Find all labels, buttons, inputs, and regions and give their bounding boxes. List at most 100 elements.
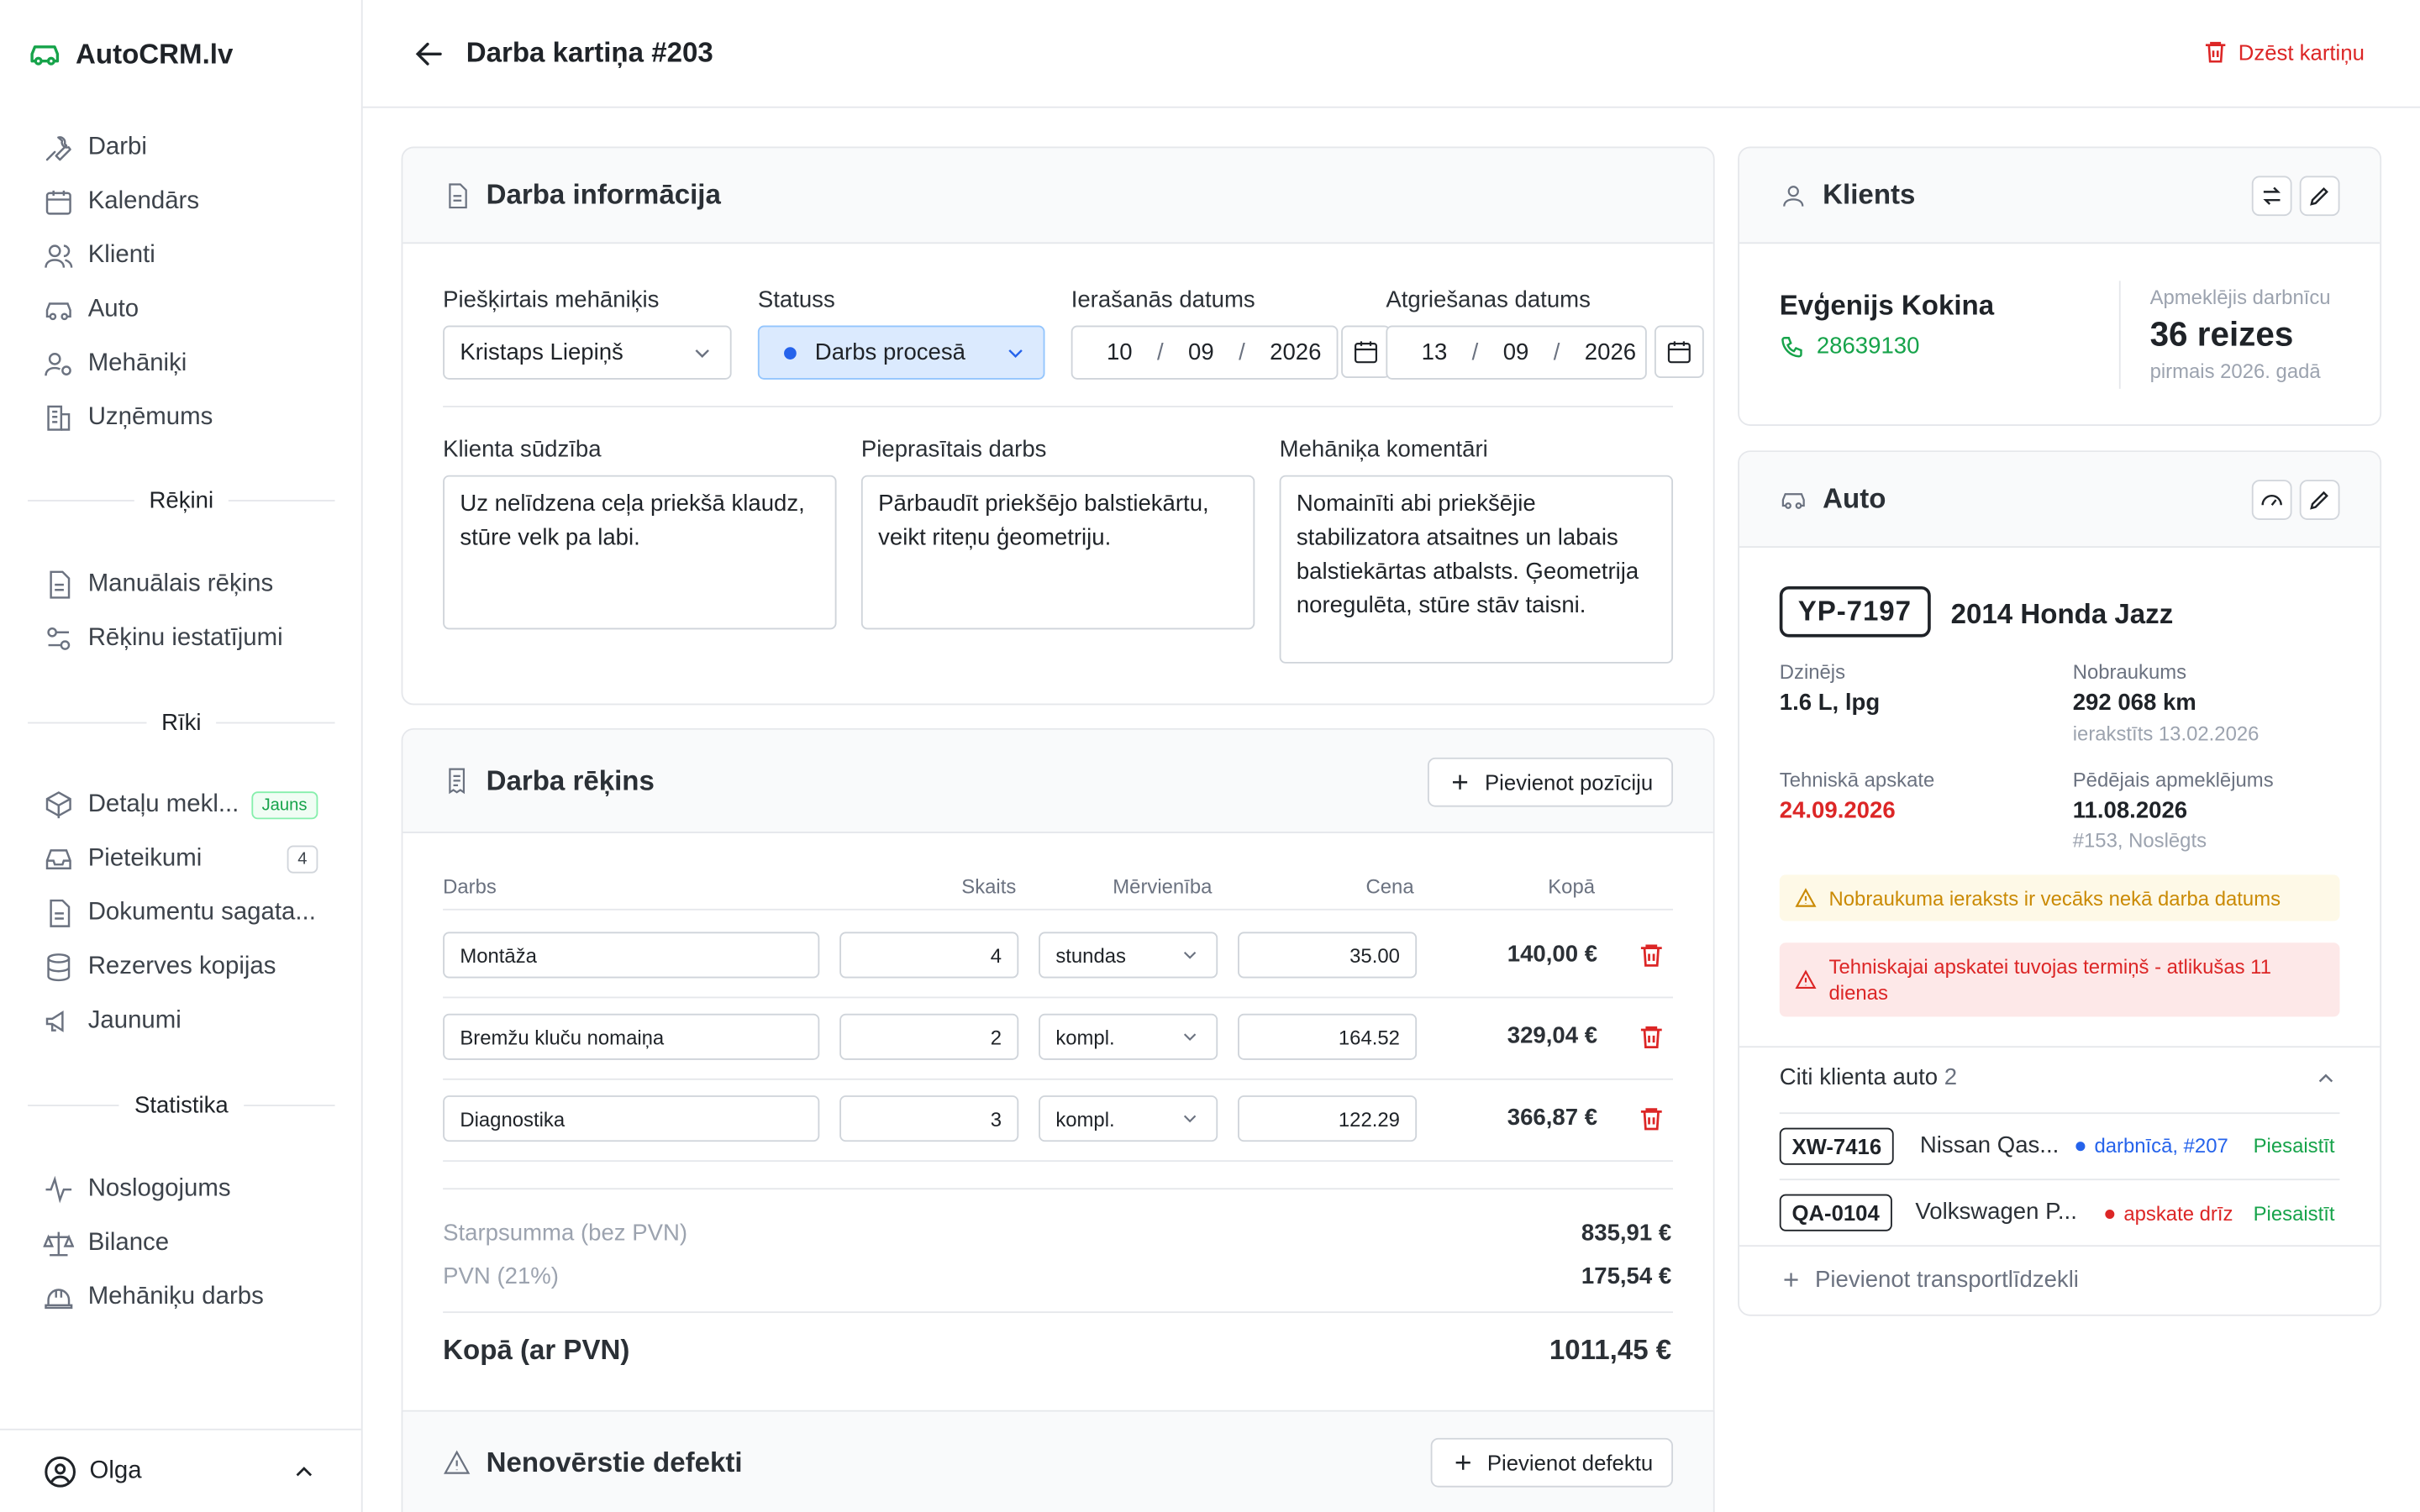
- column-header-total: Kopā: [1548, 874, 1596, 898]
- complaint-label: Klienta sūdzība: [443, 436, 602, 464]
- card-title: Klients: [1823, 179, 1916, 210]
- arrival-date-input[interactable]: 10/09/2026: [1071, 325, 1339, 380]
- delete-card-button[interactable]: Dzēst kartiņu: [2203, 39, 2365, 65]
- sidebar-item-label: Detaļu mekl...: [87, 790, 238, 817]
- row-qty-input[interactable]: 4: [839, 932, 1019, 979]
- card-title: Darba rēķins: [486, 764, 655, 795]
- status-select[interactable]: Darbs procesā: [757, 325, 1045, 380]
- sidebar-item-manual-invoice[interactable]: Manuālais rēķins: [43, 557, 321, 611]
- row-price-input[interactable]: 35.00: [1238, 932, 1418, 979]
- divider: [443, 1078, 1674, 1080]
- complaint-textarea[interactable]: Uz nelīdzena ceļa priekšā klaudz, stūre …: [443, 475, 837, 630]
- gauge-icon: [2260, 487, 2284, 512]
- chevron-down-icon: [1179, 1108, 1201, 1130]
- attach-car-button[interactable]: Piesaistīt: [2254, 1202, 2335, 1226]
- vat-label: PVN (21%): [443, 1263, 559, 1290]
- mechanic-select[interactable]: Kristaps Liepiņš: [443, 325, 732, 380]
- subtotal-label: Starpsumma (bez PVN): [443, 1220, 688, 1247]
- auto-header: Auto: [1739, 452, 2381, 549]
- sidebar-item-label: Klienti: [87, 241, 155, 268]
- trash-icon[interactable]: [1638, 1023, 1665, 1051]
- other-car-status-text: darbnīcā, #207: [2094, 1134, 2228, 1158]
- add-defect-button[interactable]: Pievienot defektu: [1429, 1437, 1674, 1488]
- chevron-up-icon[interactable]: [2313, 1066, 2338, 1090]
- trash-icon[interactable]: [1638, 941, 1665, 969]
- edit-auto-button[interactable]: [2299, 480, 2340, 520]
- edit-client-button[interactable]: [2299, 176, 2340, 217]
- arrival-day: 10: [1106, 339, 1133, 366]
- return-calendar-button[interactable]: [1654, 325, 1704, 379]
- row-price-input[interactable]: 164.52: [1238, 1013, 1418, 1060]
- pencil-icon: [2307, 487, 2332, 512]
- status-value: Darbs procesā: [814, 339, 965, 366]
- client-card: Klients Evģenijs Kokina 28639130 Apmeklē…: [1738, 146, 2382, 426]
- mileage-warning: Nobraukuma ieraksts ir vecāks nekā darba…: [1779, 874, 2340, 921]
- sidebar-item-kalendars[interactable]: Kalendārs: [43, 175, 321, 228]
- inbox-icon: [43, 843, 74, 874]
- row-unit-select[interactable]: kompl.: [1039, 1013, 1218, 1060]
- sidebar-item-parts-search[interactable]: Detaļu mekl... Jauns: [43, 778, 318, 832]
- pencil-icon: [2307, 184, 2332, 208]
- client-phone-number: 28639130: [1816, 333, 1920, 360]
- back-arrow-icon[interactable]: [412, 37, 445, 71]
- add-vehicle-button[interactable]: Pievienot transportlīdzekli: [1780, 1267, 2079, 1293]
- sidebar-item-news[interactable]: Jaunumi: [43, 994, 321, 1047]
- sidebar-item-workload[interactable]: Noslogojums: [43, 1162, 321, 1215]
- document-icon: [43, 897, 74, 928]
- sidebar-item-auto[interactable]: Auto: [43, 282, 321, 336]
- sidebar-item-backups[interactable]: Rezerves kopijas: [43, 940, 321, 994]
- client-header: Klients: [1739, 148, 2381, 244]
- row-unit-select[interactable]: stundas: [1039, 932, 1218, 979]
- row-price-input[interactable]: 122.29: [1238, 1095, 1418, 1142]
- add-position-button[interactable]: Pievienot pozīciju: [1428, 757, 1674, 807]
- return-day: 13: [1421, 339, 1448, 366]
- total-label: Kopā (ar PVN): [443, 1334, 630, 1366]
- requested-textarea[interactable]: Pārbaudīt priekšējo balstiekārtu, veikt …: [860, 475, 1255, 630]
- swap-icon: [2260, 184, 2284, 208]
- row-qty-input[interactable]: 3: [839, 1095, 1019, 1142]
- sidebar-item-doc-templates[interactable]: Dokumentu sagata...: [43, 885, 321, 939]
- row-total: 140,00 €: [1507, 941, 1598, 968]
- sidebar-item-mehaniki[interactable]: Mehāniķi: [43, 336, 321, 390]
- sidebar-item-label: Uzņēmums: [87, 403, 213, 430]
- row-qty-input[interactable]: 2: [839, 1013, 1019, 1060]
- sidebar-item-mechanic-work[interactable]: Mehāniķu darbs: [43, 1270, 321, 1324]
- mechanic-value: Kristaps Liepiņš: [460, 339, 623, 366]
- comments-textarea[interactable]: Nomainīti abi priekšējie stabilizatora a…: [1279, 475, 1674, 664]
- row-unit-value: kompl.: [1055, 1025, 1115, 1049]
- card-title: Auto: [1823, 482, 1886, 514]
- add-position-label: Pievienot pozīciju: [1485, 769, 1654, 795]
- attach-car-button[interactable]: Piesaistīt: [2254, 1134, 2335, 1158]
- other-cars-toggle[interactable]: Citi klienta auto 2: [1780, 1064, 1957, 1090]
- user-menu[interactable]: Olga: [0, 1428, 361, 1512]
- phone-icon: [1780, 334, 1804, 359]
- return-date-input[interactable]: 13/09/2026: [1386, 325, 1647, 380]
- sidebar-item-requests[interactable]: Pieteikumi 4: [43, 832, 318, 885]
- plus-icon: [1780, 1268, 1803, 1292]
- warning-icon: [1795, 969, 1817, 990]
- row-unit-select[interactable]: kompl.: [1039, 1095, 1218, 1142]
- mileage-label: Nobraukums: [2072, 660, 2187, 684]
- delete-card-label: Dzēst kartiņu: [2238, 39, 2365, 65]
- arrival-calendar-button[interactable]: [1341, 325, 1391, 379]
- app-logo[interactable]: AutoCRM.lv: [28, 37, 233, 71]
- sidebar-item-invoice-settings[interactable]: Rēķinu iestatījumi: [43, 611, 321, 664]
- row-work-input[interactable]: Montāža: [443, 932, 820, 979]
- sidebar-item-klienti[interactable]: Klienti: [43, 228, 321, 282]
- sidebar-item-label: Noslogojums: [87, 1174, 231, 1201]
- sidebar-item-label: Mehāniķu darbs: [87, 1283, 264, 1310]
- sidebar-item-darbi[interactable]: Darbi: [43, 120, 321, 174]
- row-work-input[interactable]: Bremžu kluču nomaiņa: [443, 1013, 820, 1060]
- swap-client-button[interactable]: [2251, 176, 2292, 217]
- chevron-down-icon: [1003, 340, 1028, 365]
- trash-icon: [2203, 39, 2229, 65]
- mileage-button[interactable]: [2251, 480, 2292, 520]
- client-phone[interactable]: 28639130: [1780, 333, 1920, 360]
- return-date-label: Atgriešanas datums: [1386, 286, 1591, 313]
- license-plate: YP-7197: [1779, 585, 1930, 638]
- trash-icon[interactable]: [1638, 1105, 1665, 1132]
- users-icon: [43, 240, 74, 271]
- row-work-input[interactable]: Diagnostika: [443, 1095, 820, 1142]
- sidebar-item-uznemums[interactable]: Uzņēmums: [43, 391, 321, 444]
- sidebar-item-balance[interactable]: Bilance: [43, 1215, 321, 1269]
